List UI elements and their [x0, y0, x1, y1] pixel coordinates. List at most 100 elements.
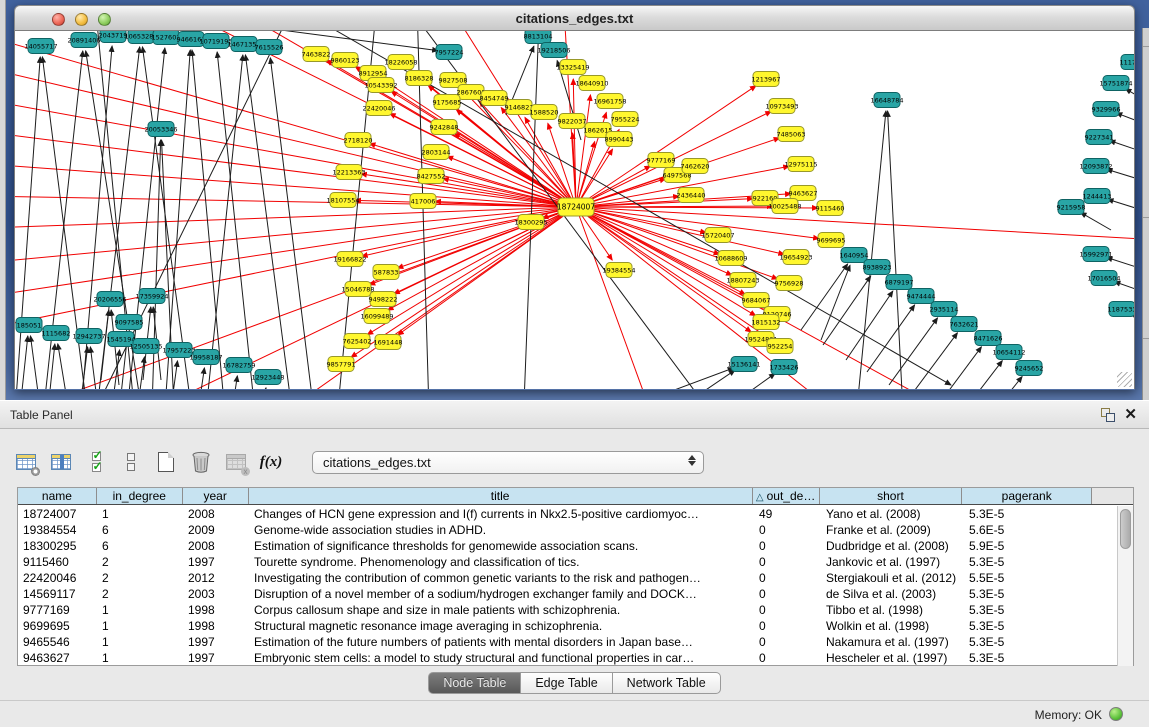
table-cell-out_de[interactable]: 0 [754, 586, 821, 602]
table-row[interactable]: 1830029562008Estimation of significance … [18, 538, 1118, 554]
table-cell-out_de[interactable]: 0 [754, 522, 821, 538]
table-cell-name[interactable]: 18300295 [18, 538, 97, 554]
table-cell-title[interactable]: Tourette syndrome. Phenomenology and cla… [249, 554, 754, 570]
table-panel-header[interactable]: Table Panel ✕ [0, 400, 1149, 429]
table-cell-name[interactable]: 9463627 [18, 650, 97, 666]
table-cell-name[interactable]: 18724007 [18, 506, 97, 522]
table-cell-pagerank[interactable]: 5.6E-5 [964, 522, 1094, 538]
table-cell-name[interactable]: 19384554 [18, 522, 97, 538]
table-cell-pagerank[interactable]: 5.3E-5 [964, 554, 1094, 570]
resize-grip-icon[interactable] [1117, 372, 1132, 387]
table-row[interactable]: 1938455462009Genome-wide association stu… [18, 522, 1118, 538]
table-row[interactable]: 2242004622012Investigating the contribut… [18, 570, 1118, 586]
table-cell-name[interactable]: 22420046 [18, 570, 97, 586]
table-cell-out_de[interactable]: 0 [754, 538, 821, 554]
table-cell-pagerank[interactable]: 5.5E-5 [964, 570, 1094, 586]
table-cell-short[interactable]: Wolkin et al. (1998) [821, 618, 964, 634]
row-height-button[interactable] [119, 450, 143, 474]
table-cell-in_degree[interactable]: 6 [97, 522, 183, 538]
table-cell-short[interactable]: Franke et al. (2009) [821, 522, 964, 538]
table-cell-title[interactable]: Corpus callosum shape and size in male p… [249, 602, 754, 618]
table-cell-out_de[interactable]: 0 [754, 650, 821, 666]
tab-edge-table[interactable]: Edge Table [521, 672, 612, 694]
table-cell-out_de[interactable]: 0 [754, 634, 821, 650]
table-cell-out_de[interactable]: 0 [754, 570, 821, 586]
column-header-pagerank[interactable]: pagerank [962, 488, 1092, 504]
scrollbar-thumb[interactable] [1120, 509, 1131, 549]
float-panel-icon[interactable] [1101, 408, 1115, 422]
delete-attributes-button[interactable] [189, 450, 213, 474]
table-cell-title[interactable]: Disruption of a novel member of a sodium… [249, 586, 754, 602]
close-panel-icon[interactable]: ✕ [1124, 405, 1137, 423]
column-header-title[interactable]: title [249, 488, 753, 504]
table-cell-year[interactable]: 1998 [183, 602, 249, 618]
table-row[interactable]: 1872400712008Changes of HCN gene express… [18, 506, 1118, 522]
table-cell-in_degree[interactable]: 1 [97, 650, 183, 666]
table-row[interactable]: 969969511998Structural magnetic resonanc… [18, 618, 1118, 634]
table-cell-year[interactable]: 2008 [183, 538, 249, 554]
column-header-short[interactable]: short [820, 488, 963, 504]
table-cell-short[interactable]: Stergiakouli et al. (2012) [821, 570, 964, 586]
table-cell-in_degree[interactable]: 2 [97, 570, 183, 586]
table-cell-title[interactable]: Genome-wide association studies in ADHD. [249, 522, 754, 538]
table-cell-year[interactable]: 2003 [183, 586, 249, 602]
table-cell-short[interactable]: Tibbo et al. (1998) [821, 602, 964, 618]
select-columns-button[interactable] [49, 450, 73, 474]
table-row[interactable]: 946362711997Embryonic stem cells: a mode… [18, 650, 1118, 666]
table-cell-in_degree[interactable]: 1 [97, 602, 183, 618]
table-cell-short[interactable]: Jankovic et al. (1997) [821, 554, 964, 570]
table-cell-in_degree[interactable]: 1 [97, 634, 183, 650]
new-table-button[interactable] [154, 450, 178, 474]
column-header-name[interactable]: name [18, 488, 97, 504]
table-cell-pagerank[interactable]: 5.3E-5 [964, 634, 1094, 650]
table-cell-pagerank[interactable]: 5.9E-5 [964, 538, 1094, 554]
table-cell-year[interactable]: 2009 [183, 522, 249, 538]
table-row[interactable]: 1456911722003Disruption of a novel membe… [18, 586, 1118, 602]
table-row[interactable]: 946554611997Estimation of the future num… [18, 634, 1118, 650]
memory-status-indicator[interactable] [1109, 707, 1123, 721]
table-cell-in_degree[interactable]: 2 [97, 554, 183, 570]
table-row[interactable]: 977716911998Corpus callosum shape and si… [18, 602, 1118, 618]
table-cell-out_de[interactable]: 0 [754, 554, 821, 570]
column-header-out_de[interactable]: △out_de… [753, 488, 820, 504]
table-cell-out_de[interactable]: 0 [754, 618, 821, 634]
table-cell-year[interactable]: 2012 [183, 570, 249, 586]
network-window-titlebar[interactable]: citations_edges.txt [14, 5, 1135, 31]
function-builder-button[interactable]: f(x) [259, 450, 283, 474]
table-cell-out_de[interactable]: 0 [754, 602, 821, 618]
table-cell-short[interactable]: de Silva et al. (2003) [821, 586, 964, 602]
table-cell-title[interactable]: Embryonic stem cells: a model to study s… [249, 650, 754, 666]
table-cell-pagerank[interactable]: 5.3E-5 [964, 650, 1094, 666]
table-cell-year[interactable]: 1998 [183, 618, 249, 634]
table-selector-dropdown[interactable]: citations_edges.txt [312, 451, 704, 474]
select-all-columns-button[interactable] [84, 450, 108, 474]
table-cell-title[interactable]: Estimation of significance thresholds fo… [249, 538, 754, 554]
table-cell-pagerank[interactable]: 5.3E-5 [964, 618, 1094, 634]
table-cell-year[interactable]: 2008 [183, 506, 249, 522]
table-cell-year[interactable]: 1997 [183, 554, 249, 570]
table-cell-name[interactable]: 9115460 [18, 554, 97, 570]
table-cell-short[interactable]: Yano et al. (2008) [821, 506, 964, 522]
table-cell-pagerank[interactable]: 5.3E-5 [964, 602, 1094, 618]
table-cell-pagerank[interactable]: 5.3E-5 [964, 506, 1094, 522]
table-cell-title[interactable]: Structural magnetic resonance image aver… [249, 618, 754, 634]
table-cell-out_de[interactable]: 49 [754, 506, 821, 522]
table-cell-in_degree[interactable]: 1 [97, 618, 183, 634]
zoom-window-button[interactable] [98, 13, 111, 26]
vertical-scrollbar[interactable] [1117, 506, 1133, 666]
table-cell-short[interactable]: Nakamura et al. (1997) [821, 634, 964, 650]
table-cell-in_degree[interactable]: 6 [97, 538, 183, 554]
table-cell-pagerank[interactable]: 5.3E-5 [964, 586, 1094, 602]
tab-network-table[interactable]: Network Table [613, 672, 721, 694]
table-cell-short[interactable]: Hescheler et al. (1997) [821, 650, 964, 666]
table-cell-in_degree[interactable]: 1 [97, 506, 183, 522]
table-row[interactable]: 911546021997Tourette syndrome. Phenomeno… [18, 554, 1118, 570]
table-cell-short[interactable]: Dudbridge et al. (2008) [821, 538, 964, 554]
table-cell-name[interactable]: 9699695 [18, 618, 97, 634]
close-window-button[interactable] [52, 13, 65, 26]
table-settings-button[interactable] [14, 450, 38, 474]
table-cell-name[interactable]: 9465546 [18, 634, 97, 650]
column-header-year[interactable]: year [183, 488, 249, 504]
table-cell-title[interactable]: Investigating the contribution of common… [249, 570, 754, 586]
table-cell-title[interactable]: Estimation of the future numbers of pati… [249, 634, 754, 650]
